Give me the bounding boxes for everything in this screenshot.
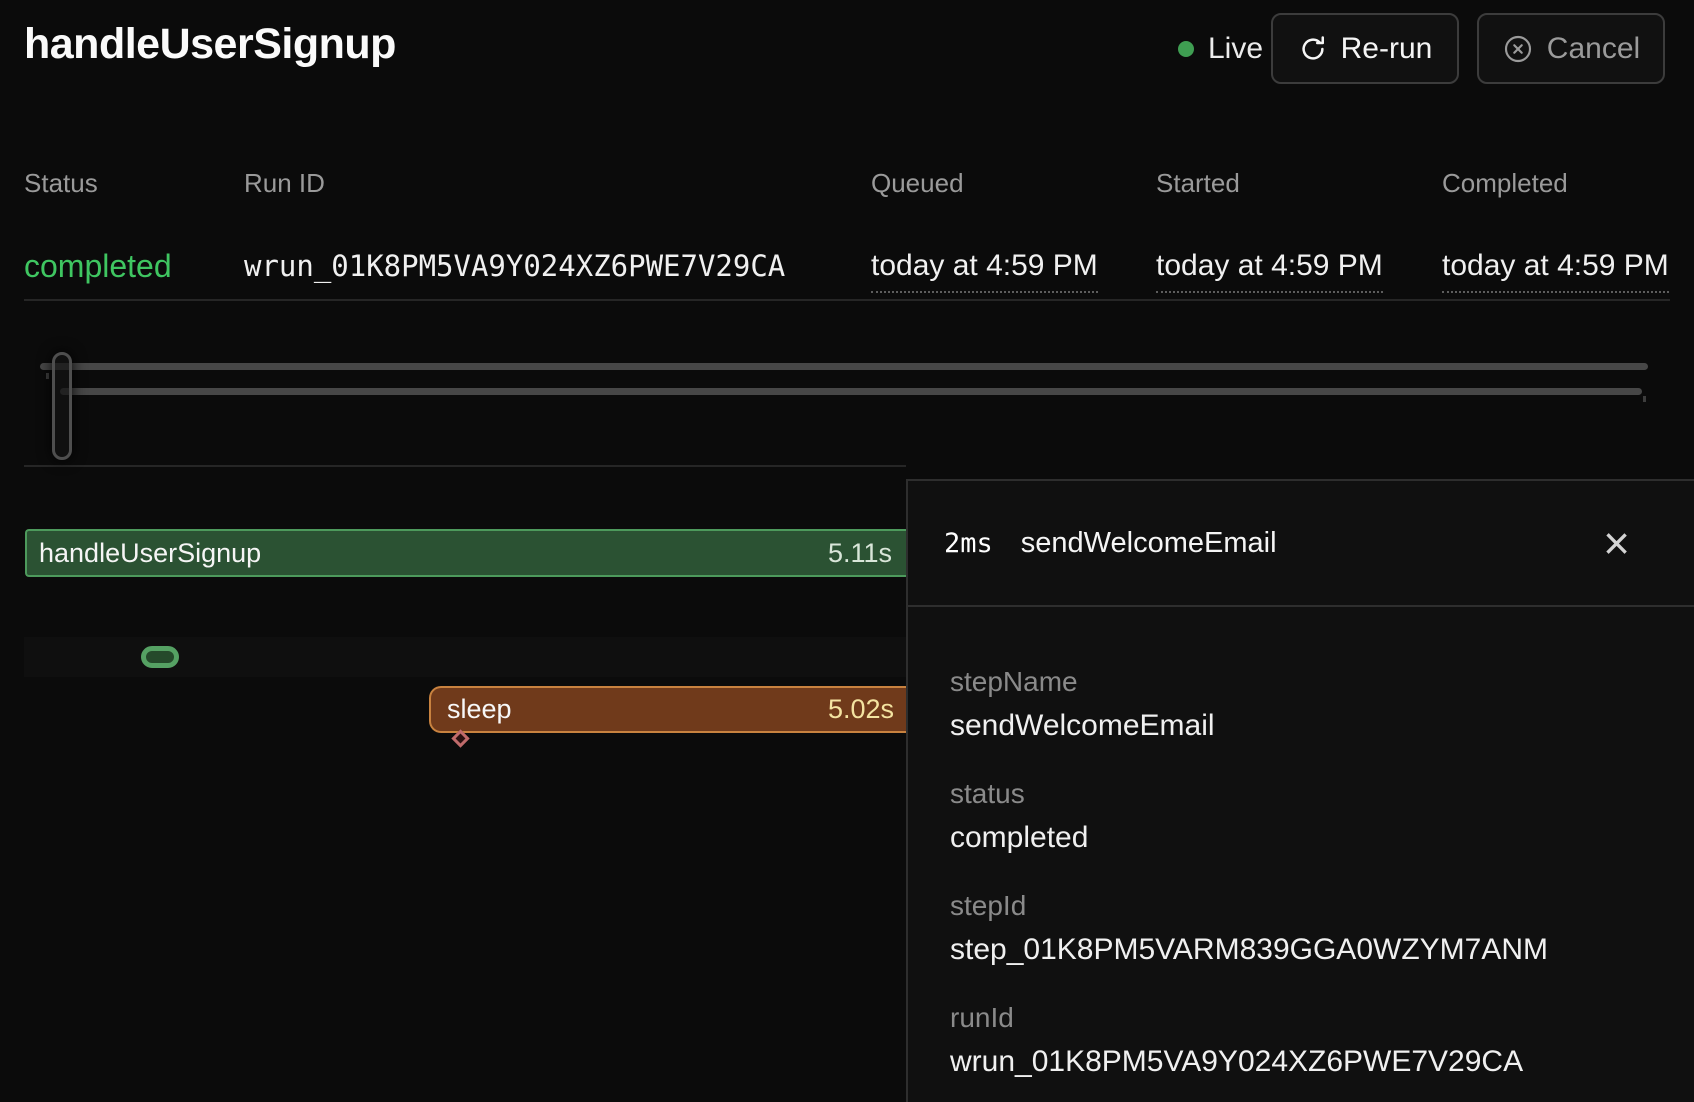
meta-queued: Queued today at 4:59 PM	[871, 168, 964, 198]
rerun-button[interactable]: Re-run	[1271, 13, 1459, 84]
live-dot-icon	[1178, 41, 1194, 57]
live-label: Live	[1208, 32, 1263, 66]
circle-x-icon	[1502, 33, 1534, 65]
step-detail-title: sendWelcomeEmail	[1021, 527, 1277, 560]
span-bar-label: handleUserSignup	[27, 538, 261, 569]
meta-status: Status completed	[24, 168, 98, 198]
refresh-icon	[1298, 34, 1328, 64]
rerun-button-label: Re-run	[1341, 32, 1433, 66]
step-detail-body: stepName sendWelcomeEmail status complet…	[908, 607, 1694, 1081]
meta-started-label: Started	[1156, 168, 1240, 198]
field-stepname: stepName sendWelcomeEmail	[950, 665, 1658, 745]
field-label: status	[950, 777, 1658, 811]
run-id-value: wrun_01K8PM5VA9Y024XZ6PWE7V29CA	[244, 248, 785, 284]
field-value: wrun_01K8PM5VA9Y024XZ6PWE7V29CA	[950, 1043, 1658, 1081]
span-bar-duration: 5.11s	[828, 538, 906, 569]
minimap-marker-start	[46, 373, 49, 379]
step-detail-panel: 2ms sendWelcomeEmail × stepName sendWelc…	[906, 479, 1694, 1102]
step-duration-badge: 2ms	[944, 528, 993, 559]
page-title: handleUserSignup	[24, 20, 396, 69]
meta-run-id: Run ID wrun_01K8PM5VA9Y024XZ6PWE7V29CA	[244, 168, 325, 198]
span-bar-handleusersignup[interactable]: handleUserSignup 5.11s	[25, 529, 906, 577]
meta-started: Started today at 4:59 PM	[1156, 168, 1240, 198]
workflow-run-page: handleUserSignup Live Re-run Cancel Stat…	[0, 0, 1694, 1102]
run-status-value: completed	[24, 248, 172, 284]
span-bar-sleep[interactable]: sleep 5.02s	[429, 686, 906, 733]
meta-queued-label: Queued	[871, 168, 964, 198]
queued-timestamp[interactable]: today at 4:59 PM	[871, 248, 1098, 293]
meta-status-label: Status	[24, 168, 98, 198]
field-value: step_01K8PM5VARM839GGA0WZYM7ANM	[950, 931, 1658, 969]
cancel-button[interactable]: Cancel	[1477, 13, 1665, 84]
field-value: sendWelcomeEmail	[950, 707, 1658, 745]
field-label: stepId	[950, 889, 1658, 923]
field-value: completed	[950, 819, 1658, 857]
step-detail-header: 2ms sendWelcomeEmail ×	[908, 481, 1694, 607]
timeline-scrubber-handle[interactable]	[52, 352, 72, 460]
meta-completed: Completed today at 4:59 PM	[1442, 168, 1568, 198]
span-pill-sendwelcomeemail[interactable]	[141, 646, 179, 668]
field-label: stepName	[950, 665, 1658, 699]
waterfall-top-border	[24, 465, 906, 467]
completed-timestamp[interactable]: today at 4:59 PM	[1442, 248, 1669, 293]
field-stepid: stepId step_01K8PM5VARM839GGA0WZYM7ANM	[950, 889, 1658, 969]
field-runid: runId wrun_01K8PM5VA9Y024XZ6PWE7V29CA	[950, 1001, 1658, 1081]
live-indicator[interactable]: Live	[1178, 13, 1263, 84]
span-bar-label: sleep	[431, 694, 512, 725]
field-label: runId	[950, 1001, 1658, 1035]
meta-run-id-label: Run ID	[244, 168, 325, 198]
started-timestamp[interactable]: today at 4:59 PM	[1156, 248, 1383, 293]
minimap-bar-run[interactable]	[40, 363, 1648, 370]
cancel-button-label: Cancel	[1547, 32, 1640, 66]
minimap-bar-sleep[interactable]	[60, 388, 1642, 395]
minimap-marker-end	[1643, 396, 1646, 402]
meta-completed-label: Completed	[1442, 168, 1568, 198]
span-bar-duration: 5.02s	[828, 694, 906, 725]
header-divider	[24, 299, 1670, 301]
close-icon[interactable]: ×	[1603, 523, 1630, 563]
field-status: status completed	[950, 777, 1658, 857]
